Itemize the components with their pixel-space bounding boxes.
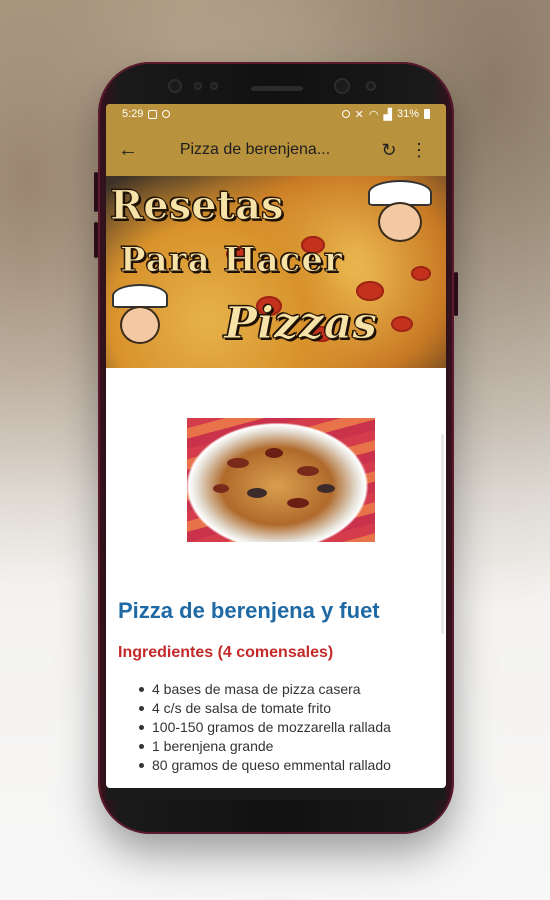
pepperoni — [391, 316, 413, 332]
pepperoni — [411, 266, 431, 281]
front-camera-icon — [168, 79, 182, 93]
signal-icon: ▟ — [383, 108, 392, 121]
ingredients-list: 4 bases de masa de pizza casera 4 c/s de… — [116, 680, 446, 775]
alarm-icon — [341, 110, 350, 118]
status-left: 5:29 — [122, 108, 171, 120]
topping — [317, 484, 335, 493]
ingredients-heading: Ingredientes (4 comensales) — [118, 644, 334, 661]
banner-title-line3: Pizzas — [223, 298, 378, 350]
volume-button — [94, 172, 98, 212]
banner-title-line1: Resetas — [110, 182, 285, 230]
article-content: Pizza de berenjena y fuet Ingredientes (… — [106, 418, 446, 775]
recipe-title: Pizza de berenjena y fuet — [118, 598, 380, 623]
topping — [247, 488, 267, 498]
topping — [227, 458, 249, 468]
iris-sensor-icon — [366, 81, 376, 91]
list-item: 1 berenjena grande — [139, 737, 446, 756]
topping — [287, 498, 309, 508]
app-bar: ← Pizza de berenjena... ↻ ⋮ — [106, 124, 446, 176]
arrow-left-icon[interactable]: ← — [118, 139, 146, 162]
scrollbar[interactable] — [441, 434, 444, 634]
status-bar: 5:29 ✕ ◠ ▟ 31% — [106, 104, 446, 124]
list-item: 4 c/s de salsa de tomate frito — [139, 699, 446, 718]
battery-level: 31% — [396, 108, 419, 120]
status-right: ✕ ◠ ▟ 31% — [341, 108, 430, 121]
whatsapp-icon — [162, 110, 171, 118]
sensor-icon — [210, 82, 218, 90]
list-item: 100-150 gramos de mozzarella rallada — [139, 718, 446, 737]
chef-face-icon — [120, 306, 160, 344]
chef-face-icon — [378, 202, 422, 242]
recipe-photo — [187, 418, 375, 542]
banner-title-line2: Para Hacer — [120, 240, 343, 281]
status-time: 5:29 — [122, 108, 144, 120]
bixby-button — [94, 222, 98, 258]
refresh-icon[interactable]: ↻ — [374, 140, 404, 161]
topping — [265, 448, 283, 458]
topping — [297, 466, 319, 476]
battery-icon — [424, 109, 430, 119]
chef-hat-icon — [112, 284, 168, 308]
more-vert-icon[interactable]: ⋮ — [404, 140, 434, 161]
page-title: Pizza de berenjena... — [179, 141, 331, 158]
sensor-icon — [194, 82, 202, 90]
image-icon — [148, 109, 158, 119]
phone-frame: 5:29 ✕ ◠ ▟ 31% ← Pizza de berenjena... ↻… — [94, 62, 458, 834]
power-button — [454, 272, 458, 316]
list-item: 80 gramos de queso emmental rallado — [139, 756, 446, 775]
earpiece — [251, 86, 303, 91]
wifi-icon: ◠ — [368, 108, 379, 121]
topping — [213, 484, 229, 493]
screen: 5:29 ✕ ◠ ▟ 31% ← Pizza de berenjena... ↻… — [106, 104, 446, 788]
mute-icon: ✕ — [354, 108, 364, 121]
header-banner: Resetas Para Hacer Pizzas — [106, 176, 446, 368]
navigation-bar — [106, 788, 446, 800]
iris-camera-icon — [334, 78, 350, 94]
list-item: 4 bases de masa de pizza casera — [139, 680, 446, 699]
